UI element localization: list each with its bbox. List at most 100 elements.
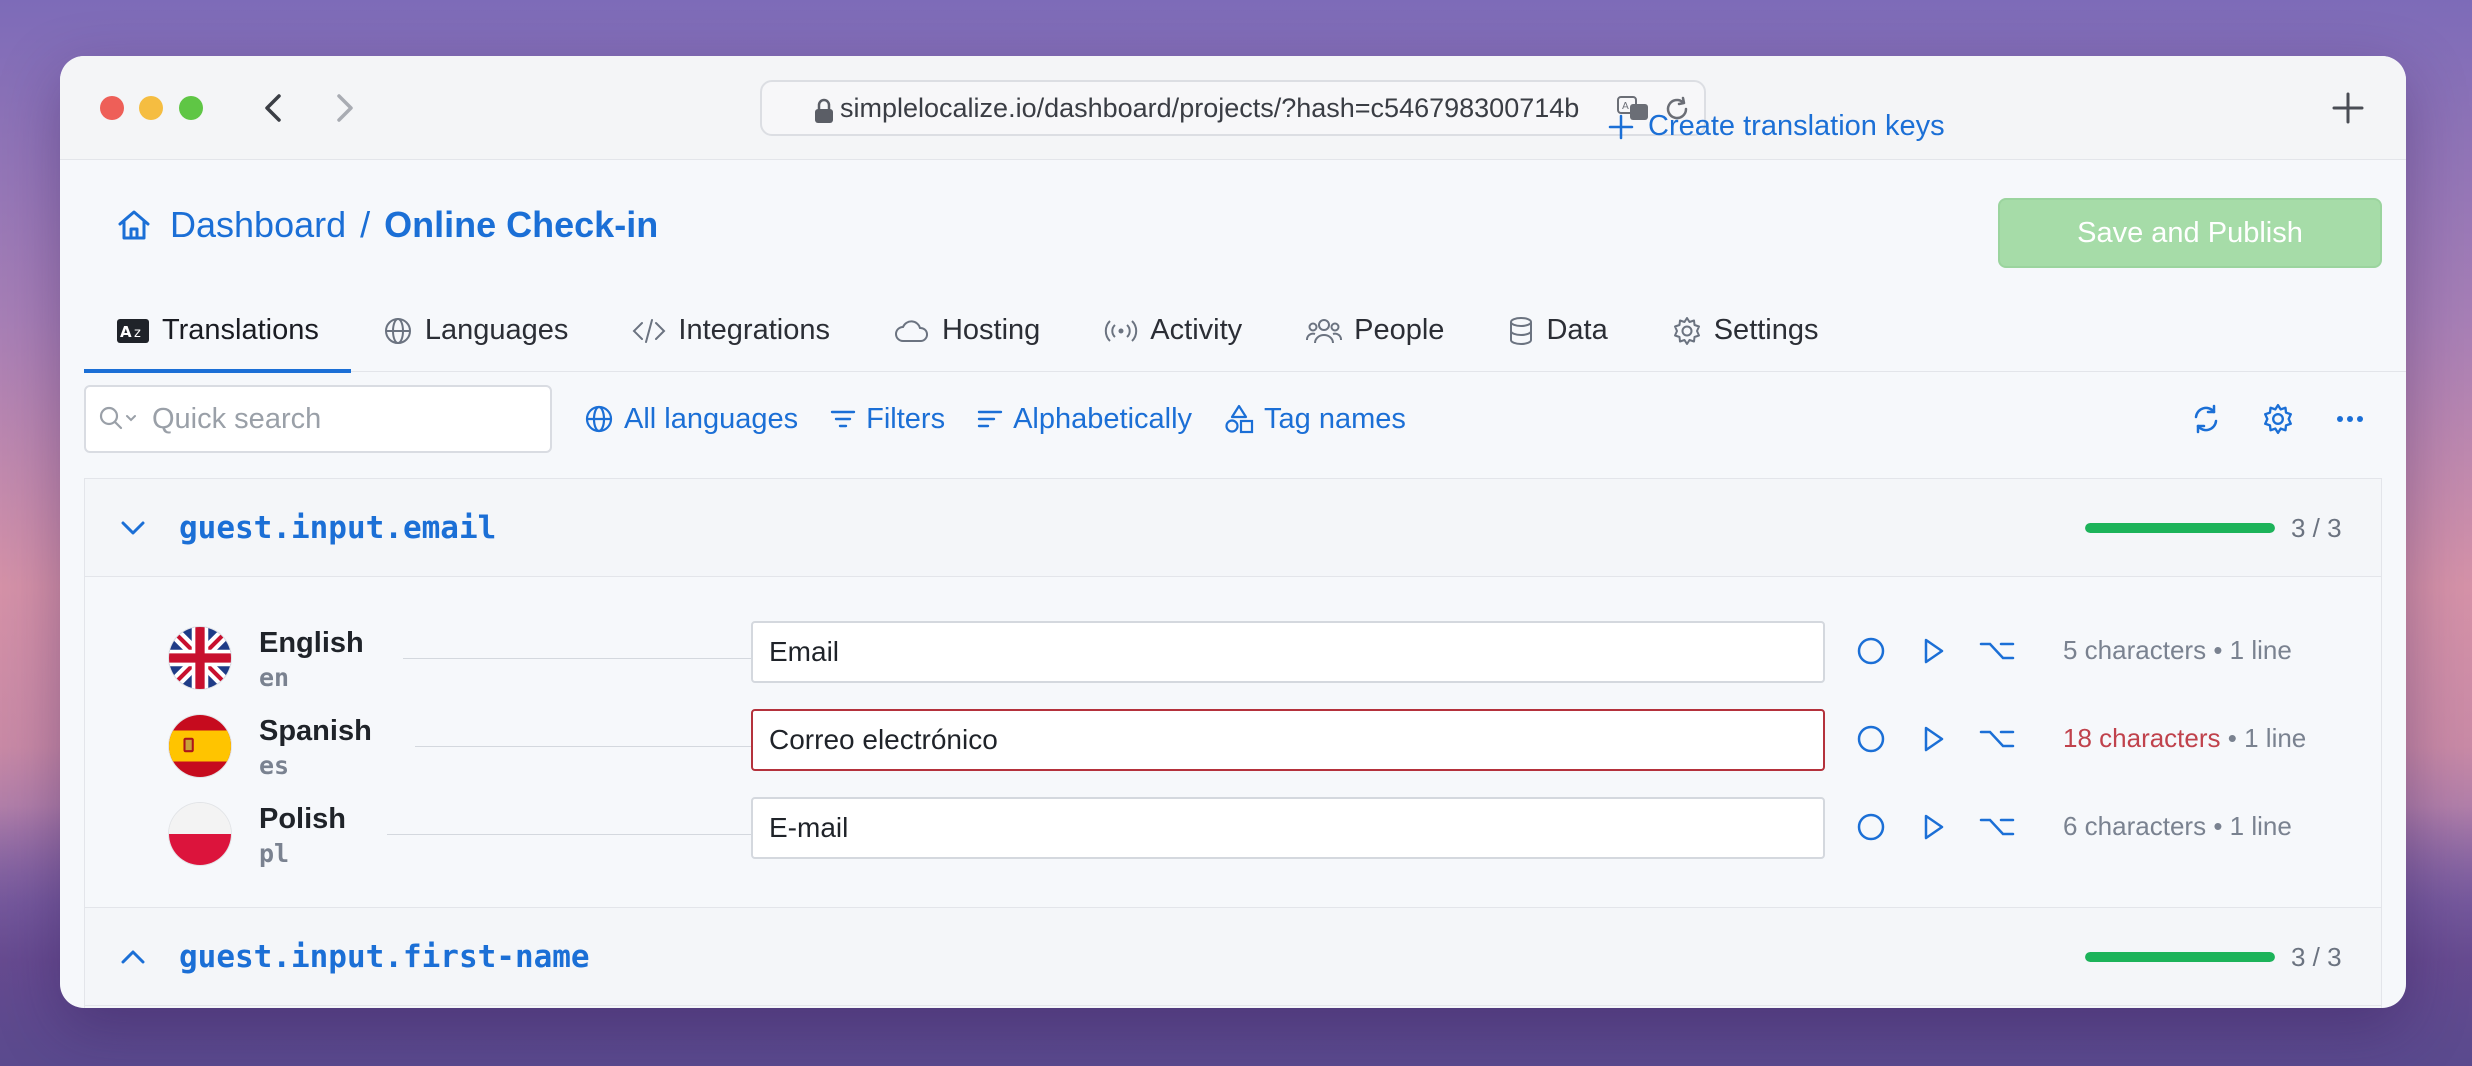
translation-meta: 18 characters • 1 line [2063,723,2307,753]
browser-window: simplelocalize.io/dashboard/projects/?ha… [60,56,2406,1008]
spain-flag-icon [169,715,231,777]
refresh-icon[interactable] [2190,403,2222,435]
language-code: es [259,751,290,780]
close-window-button[interactable] [100,96,124,120]
tab-translations-label: Translations [162,314,319,346]
status-circle-icon[interactable] [1855,723,1887,755]
translation-key-name[interactable]: guest.input.email [179,510,496,546]
translation-keys-list: guest.input.email 3 / 3 English en Email [84,478,2382,1008]
tab-data-label: Data [1546,314,1608,346]
line-count: 1 line [2244,723,2307,753]
globe-icon [585,405,613,433]
leader-line [387,834,751,835]
translation-input[interactable]: Email [751,621,1825,683]
tab-data[interactable]: Data [1476,290,1639,372]
language-name: Spanish [259,715,372,747]
breadcrumb: Dashboard / Online Check-in [116,204,658,246]
svg-text:z: z [134,326,141,341]
uk-flag-icon [169,627,231,689]
browser-titlebar: simplelocalize.io/dashboard/projects/?ha… [60,56,2406,160]
line-count: 1 line [2229,635,2292,665]
chevron-up-icon[interactable] [117,941,149,973]
search-icon [99,406,136,430]
main-tabs: A z Translations Languages Integrations … [84,290,2406,373]
new-tab-icon[interactable] [2330,90,2366,126]
tab-settings[interactable]: Settings [1640,290,1851,372]
tab-languages[interactable]: Languages [351,290,601,372]
language-code: pl [259,839,290,868]
translate-icon: A z [117,318,149,343]
breadcrumb-dashboard-link[interactable]: Dashboard [170,204,346,246]
status-circle-icon[interactable] [1855,635,1887,667]
status-circle-icon[interactable] [1855,811,1887,843]
create-translation-keys-button[interactable]: Create translation keys [1608,110,1945,143]
back-arrow-icon[interactable] [252,86,296,130]
settings-gear-icon[interactable] [2262,403,2294,435]
quick-search-input[interactable]: Quick search [84,385,552,453]
option-key-icon[interactable] [1979,635,2015,667]
language-name: English [259,627,364,659]
breadcrumb-project[interactable]: Online Check-in [384,204,658,246]
gear-icon [1673,316,1700,345]
tab-translations[interactable]: A z Translations [84,290,351,373]
tab-settings-label: Settings [1713,314,1819,346]
tab-activity[interactable]: Activity [1072,290,1274,372]
translation-key-name[interactable]: guest.input.first-name [179,939,590,975]
language-code: en [259,663,290,692]
option-key-icon[interactable] [1979,811,2015,843]
filters-button[interactable]: Filters [830,403,945,436]
chevron-down-icon[interactable] [117,512,149,544]
translation-input[interactable]: E-mail [751,797,1825,859]
more-options-icon[interactable] [2334,403,2366,435]
tab-languages-label: Languages [424,314,569,346]
translation-progress-label: 3 / 3 [2291,513,2342,543]
tab-people-label: People [1354,314,1445,346]
leader-line [415,746,751,747]
broadcast-icon [1105,319,1138,342]
translation-progress-label: 3 / 3 [2291,942,2342,972]
character-count: 18 characters [2063,723,2221,753]
play-icon[interactable] [1917,811,1949,843]
tab-people[interactable]: People [1274,290,1476,372]
sort-icon [977,410,1003,428]
quick-search-placeholder: Quick search [152,402,322,435]
play-icon[interactable] [1917,635,1949,667]
translation-key-row[interactable]: guest.input.first-name 3 / 3 [85,908,2381,1006]
shapes-icon [1225,404,1254,434]
globe-icon [384,317,411,344]
language-name: Polish [259,803,347,835]
minimize-window-button[interactable] [139,96,163,120]
people-icon [1306,318,1343,343]
translation-key-row[interactable]: guest.input.email 3 / 3 [85,479,2381,577]
translation-meta: 5 characters • 1 line [2063,635,2292,665]
tag-names-label: Tag names [1264,402,1406,435]
play-icon[interactable] [1917,723,1949,755]
character-count: 5 characters [2063,635,2207,665]
maximize-window-button[interactable] [179,96,203,120]
filters-label: Filters [866,402,946,435]
translation-input[interactable]: Correo electrónico [751,709,1825,771]
save-and-publish-button[interactable]: Save and Publish [1998,198,2382,268]
forward-arrow-icon[interactable] [322,86,366,130]
sort-button[interactable]: Alphabetically [977,403,1192,436]
tab-hosting-label: Hosting [941,314,1041,346]
tab-integrations[interactable]: Integrations [600,290,862,372]
all-languages-button[interactable]: All languages [584,403,798,436]
home-icon[interactable] [116,207,152,243]
line-count: 1 line [2229,811,2292,841]
address-bar[interactable]: simplelocalize.io/dashboard/projects/?ha… [760,80,1706,136]
tab-hosting[interactable]: Hosting [862,290,1072,372]
leader-line [403,658,751,659]
translation-key-details: English en Email 5 characters • 1 line S… [85,577,2381,908]
tab-integrations-label: Integrations [678,314,830,346]
poland-flag-icon [169,803,231,865]
svg-text:A: A [120,323,132,341]
url-text: simplelocalize.io/dashboard/projects/?ha… [840,92,1580,123]
breadcrumb-separator: / [360,204,371,245]
plus-icon [1608,114,1634,139]
sort-label: Alphabetically [1013,402,1193,435]
translation-row-en: English en Email 5 characters • 1 line [85,615,2381,703]
tag-names-button[interactable]: Tag names [1224,403,1406,436]
option-key-icon[interactable] [1979,723,2015,755]
translations-toolbar: Quick search All languages Filters Alpha… [84,384,2382,454]
